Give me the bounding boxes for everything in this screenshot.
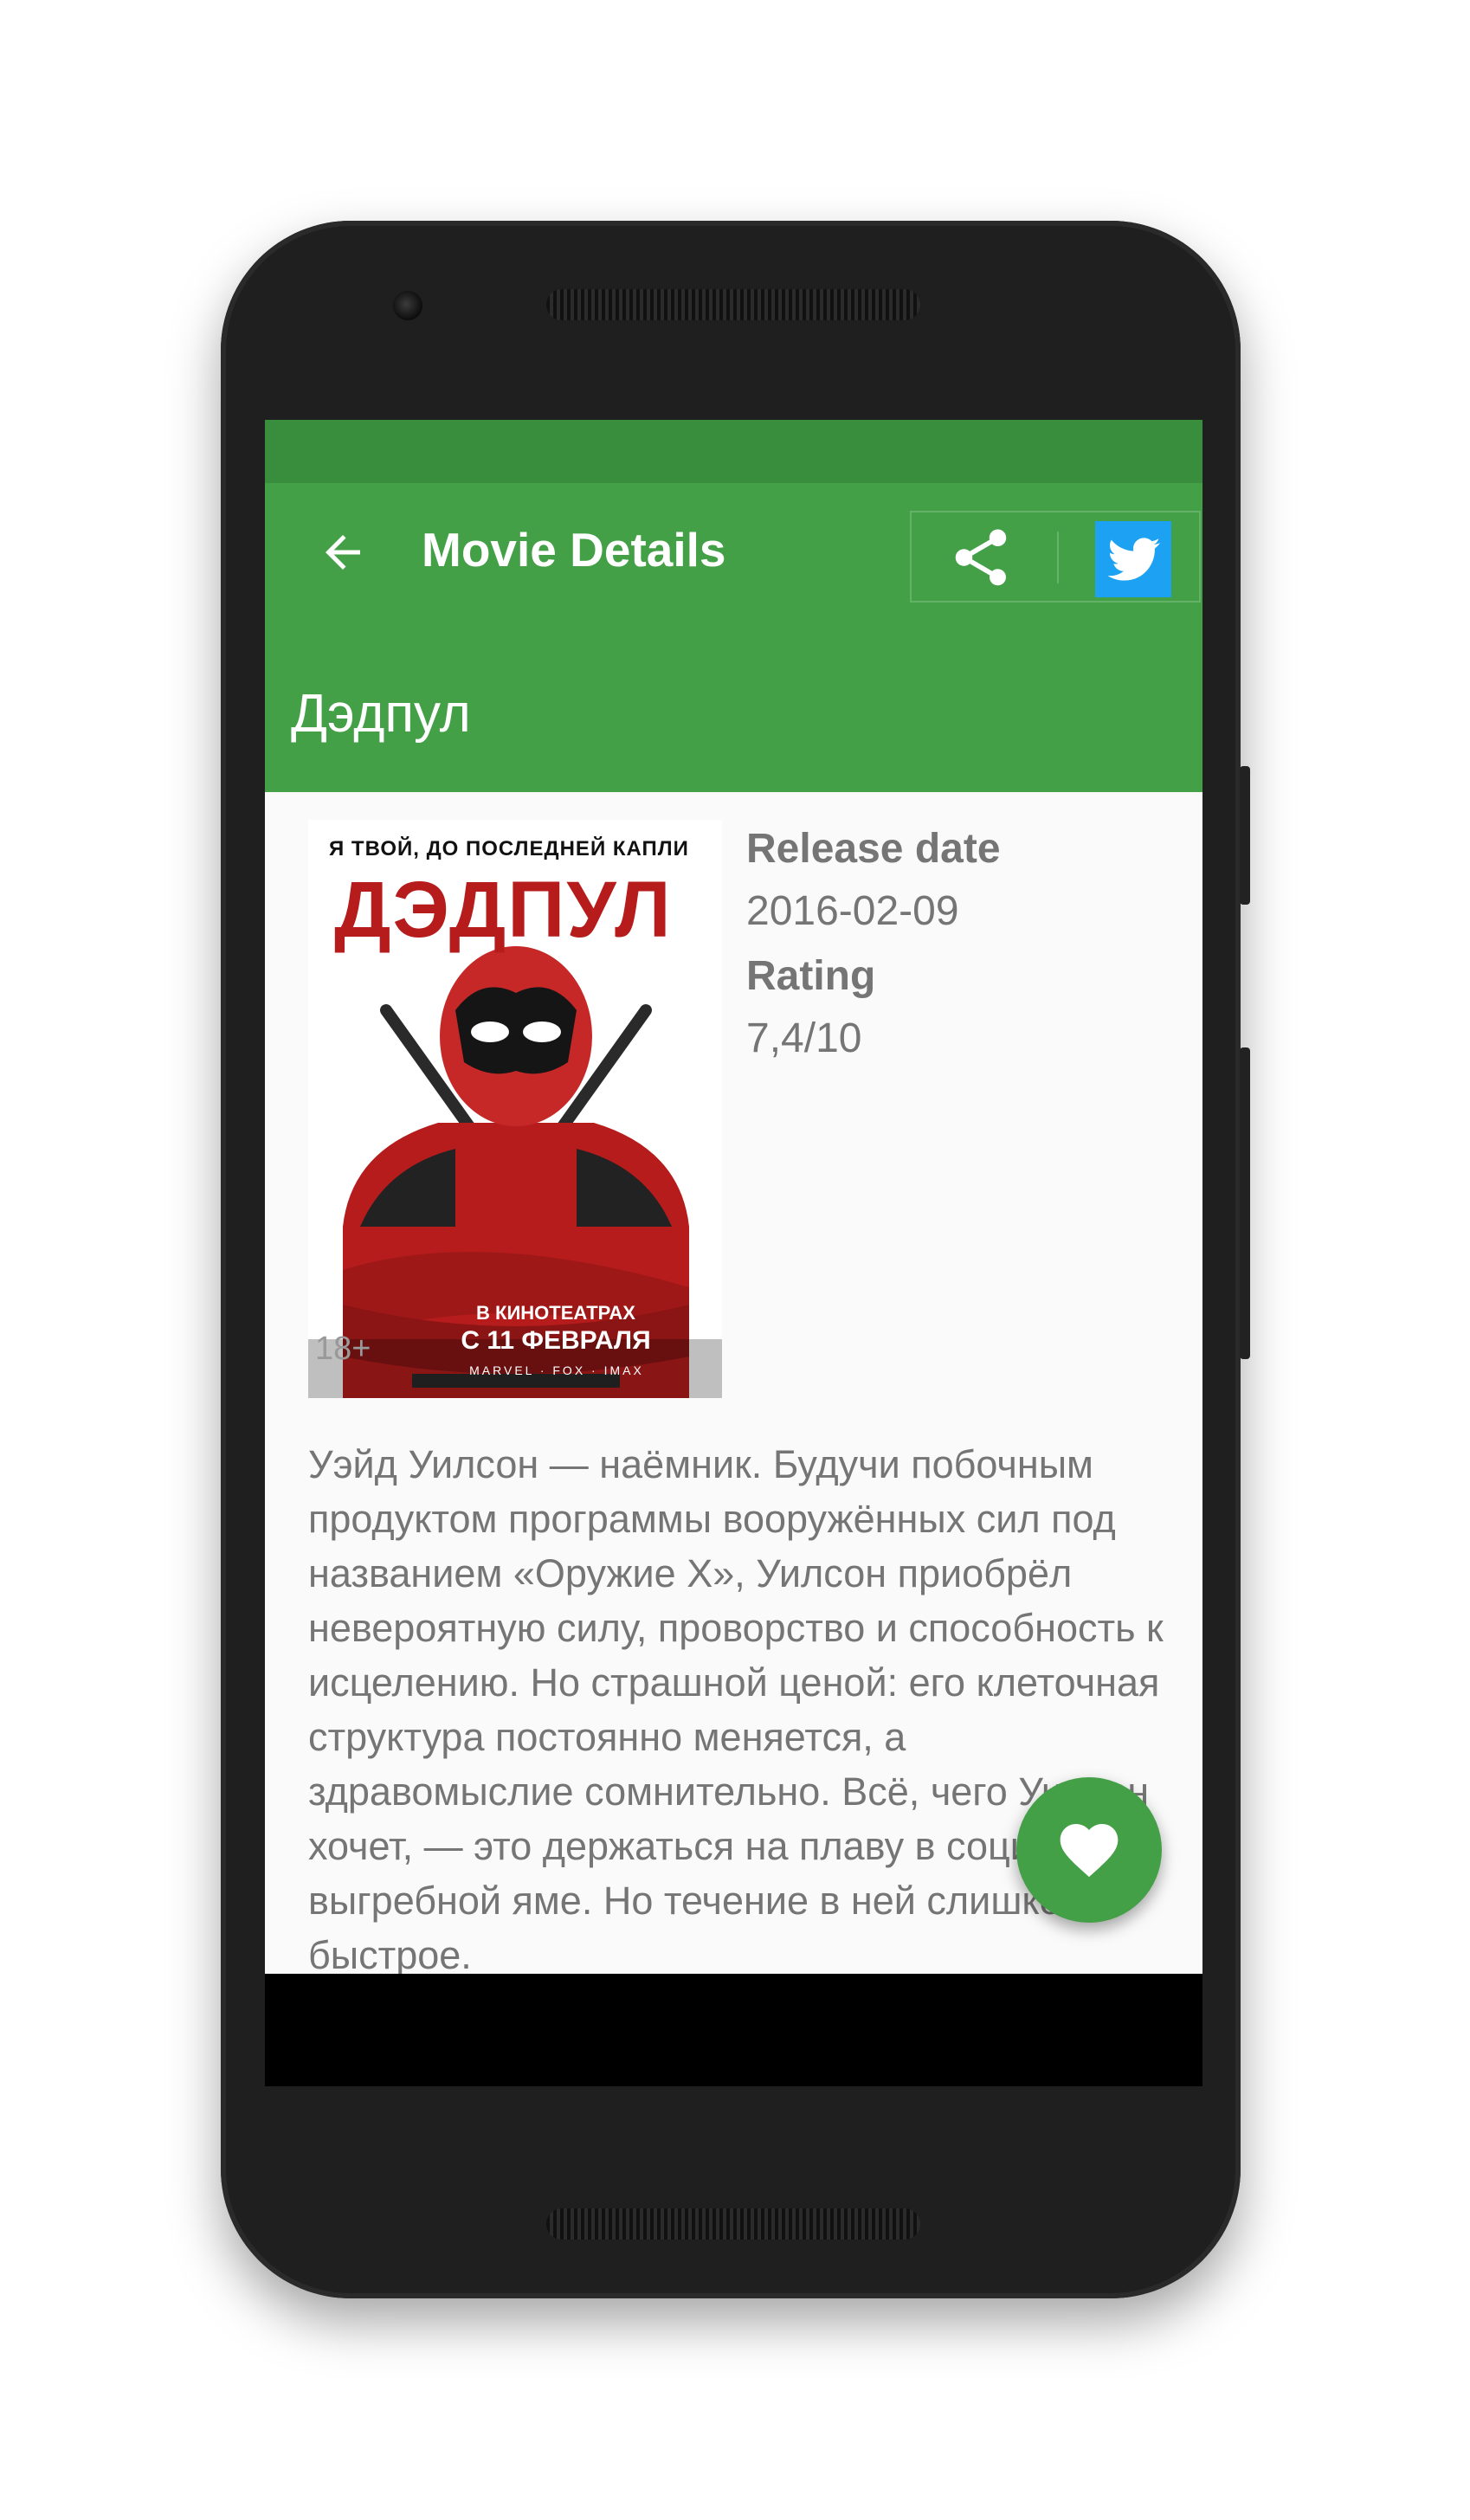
movie-title: Дэдпул bbox=[291, 684, 471, 744]
app-bar-actions bbox=[910, 511, 1201, 603]
navigation-bar bbox=[265, 1974, 1202, 2086]
poster-age-rating: 18+ bbox=[315, 1331, 371, 1367]
poster-tagline: Я ТВОЙ, ДО ПОСЛЕДНЕЙ КАПЛИ bbox=[329, 837, 689, 860]
favorite-button[interactable] bbox=[1016, 1777, 1162, 1923]
poster-release-line1: В КИНОТЕАТРАХ bbox=[476, 1302, 635, 1324]
poster-name: ДЭДПУЛ bbox=[334, 866, 673, 954]
app-bar: Movie Details bbox=[265, 483, 1202, 645]
front-camera bbox=[393, 291, 422, 320]
share-button[interactable] bbox=[946, 523, 1015, 592]
back-button[interactable] bbox=[300, 509, 386, 596]
action-divider bbox=[1057, 532, 1059, 583]
status-bar bbox=[265, 420, 1202, 483]
poster-logos: MARVEL · FOX · IMAX bbox=[469, 1363, 644, 1377]
power-button bbox=[1240, 766, 1250, 905]
arrow-back-icon bbox=[326, 535, 360, 570]
bottom-speaker bbox=[546, 2208, 920, 2240]
share-icon bbox=[955, 529, 1007, 586]
heart-icon bbox=[1060, 1824, 1119, 1878]
screen: Movie Details Дэдпул Я ТВОЙ, ДО ПОСЛЕДНЕ… bbox=[265, 420, 1202, 2086]
page-title: Movie Details bbox=[422, 523, 726, 577]
rating-value: 7,4/10 bbox=[746, 1015, 862, 1061]
rating-label: Rating bbox=[746, 953, 876, 999]
release-date-label: Release date bbox=[746, 826, 1001, 872]
poster-release: В КИНОТЕАТРАХ С 11 ФЕВРАЛЯ bbox=[461, 1301, 651, 1357]
top-speaker bbox=[546, 289, 920, 320]
twitter-icon bbox=[1107, 538, 1161, 581]
release-date-value: 2016-02-09 bbox=[746, 888, 959, 934]
movie-title-bar: Дэдпул bbox=[265, 645, 1202, 792]
movie-poster: Я ТВОЙ, ДО ПОСЛЕДНЕЙ КАПЛИ ДЭДПУЛ 18+ В … bbox=[308, 820, 722, 1398]
twitter-button[interactable] bbox=[1095, 521, 1171, 597]
poster-release-line2: С 11 ФЕВРАЛЯ bbox=[461, 1326, 651, 1355]
volume-button bbox=[1240, 1047, 1250, 1359]
